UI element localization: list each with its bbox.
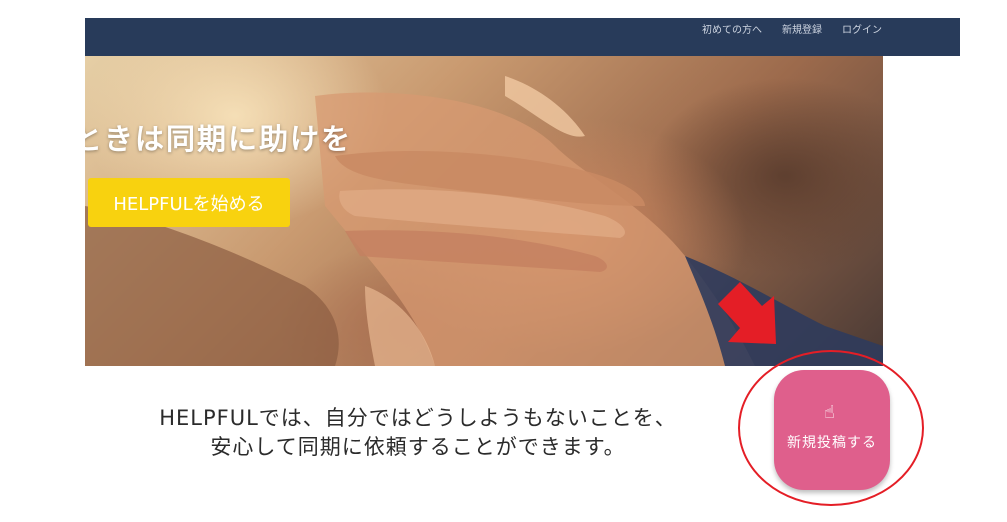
nav-link-login[interactable]: ログイン — [842, 21, 882, 36]
new-post-button[interactable]: ☝ 新規投稿する — [774, 370, 890, 490]
navbar: 初めての方へ 新規登録 ログイン — [85, 18, 960, 56]
start-helpful-button[interactable]: HELPFULを始める — [88, 178, 290, 227]
nav-link-signup[interactable]: 新規登録 — [782, 21, 822, 36]
hero-title: ときは同期に助けを — [85, 122, 353, 156]
tagline-line-1: HELPFULでは、自分ではどうしようもないことを、 — [159, 406, 677, 430]
new-post-label: 新規投稿する — [787, 435, 877, 451]
tagline: HELPFULでは、自分ではどうしようもないことを、 安心して同期に依頼すること… — [118, 404, 718, 462]
nav-links: 初めての方へ 新規登録 ログイン — [702, 18, 882, 38]
nav-link-beginners[interactable]: 初めての方へ — [702, 21, 762, 36]
hand-pointer-icon: ☝ — [824, 402, 835, 423]
tagline-line-2: 安心して同期に依頼することができます。 — [210, 435, 626, 459]
red-arrow-icon — [718, 282, 776, 344]
